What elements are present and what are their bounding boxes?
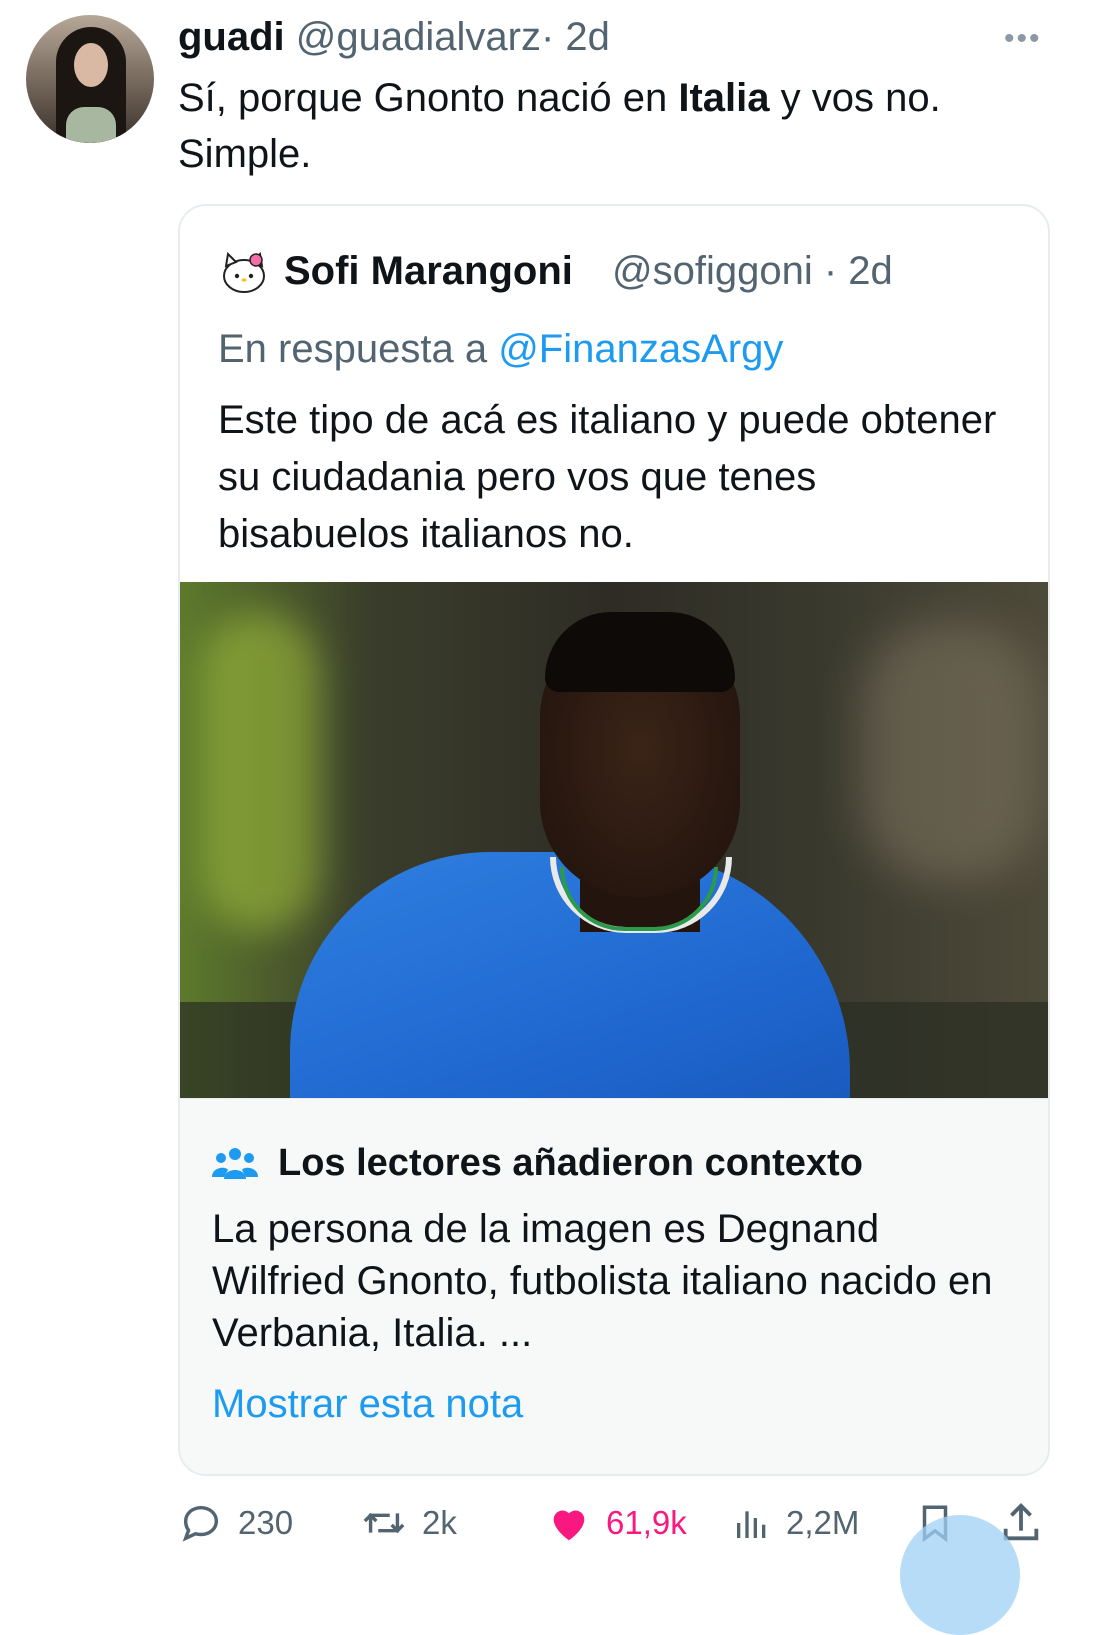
player-hair <box>545 612 735 692</box>
tweet-time[interactable]: · 2d <box>541 15 610 59</box>
author-handle[interactable]: @guadialvarz <box>296 15 541 59</box>
show-note-link[interactable]: Mostrar esta nota <box>212 1379 523 1429</box>
retweet-icon <box>363 1512 405 1534</box>
note-text: La persona de la imagen es Degnand Wilfr… <box>212 1207 993 1355</box>
like-count: 61,9k <box>606 1504 687 1541</box>
reply-count: 230 <box>238 1504 294 1541</box>
photo-bg-blur <box>860 622 1040 882</box>
community-note[interactable]: Los lectores añadieron contexto La perso… <box>180 1098 1048 1474</box>
floating-compose-button[interactable] <box>900 1515 1020 1635</box>
quoted-text: Este tipo de acá es italiano y puede obt… <box>218 398 997 556</box>
more-icon[interactable]: ••• <box>1004 22 1042 56</box>
reply-context: En respuesta a @FinanzasArgy <box>218 324 783 374</box>
note-title-text: Los lectores añadieron contexto <box>278 1142 863 1184</box>
reply-prefix: En respuesta a <box>218 327 499 371</box>
quoted-tweet[interactable]: Sofi Marangoni @sofiggoni · 2d En respue… <box>178 204 1050 1476</box>
note-title: Los lectores añadieron contexto <box>212 1139 863 1187</box>
reply-button[interactable]: 230 <box>178 1495 293 1551</box>
avatar-face <box>74 43 108 87</box>
quoted-author-name[interactable]: Sofi Marangoni <box>284 246 573 296</box>
retweet-count: 2k <box>422 1504 457 1541</box>
like-button[interactable]: 61,9k <box>546 1495 687 1551</box>
views-button[interactable]: 2,2M <box>732 1495 859 1551</box>
quoted-photo[interactable] <box>180 582 1048 1098</box>
tweet-text: Sí, porque Gnonto nació en Italia y vos … <box>178 70 1058 182</box>
quoted-avatar-hello-kitty-icon[interactable] <box>218 246 270 298</box>
heart-icon <box>553 1510 585 1541</box>
views-icon <box>737 1511 766 1538</box>
reply-to-link[interactable]: @FinanzasArgy <box>498 327 783 371</box>
author-name[interactable]: guadi <box>178 15 285 59</box>
photo-bg-blur <box>200 612 320 932</box>
avatar-shoulders <box>66 107 116 143</box>
tweet-text-bold: Italia <box>678 76 770 120</box>
views-count: 2,2M <box>786 1504 860 1541</box>
tweet-header: guadi @guadialvarz· 2d <box>178 12 610 62</box>
tweet-text-part: Sí, porque Gnonto nació en <box>178 76 679 120</box>
reply-icon <box>182 1505 219 1542</box>
author-avatar[interactable] <box>26 15 154 143</box>
retweet-button[interactable]: 2k <box>360 1495 457 1551</box>
quoted-author-handle[interactable]: @sofiggoni · 2d <box>612 246 893 296</box>
